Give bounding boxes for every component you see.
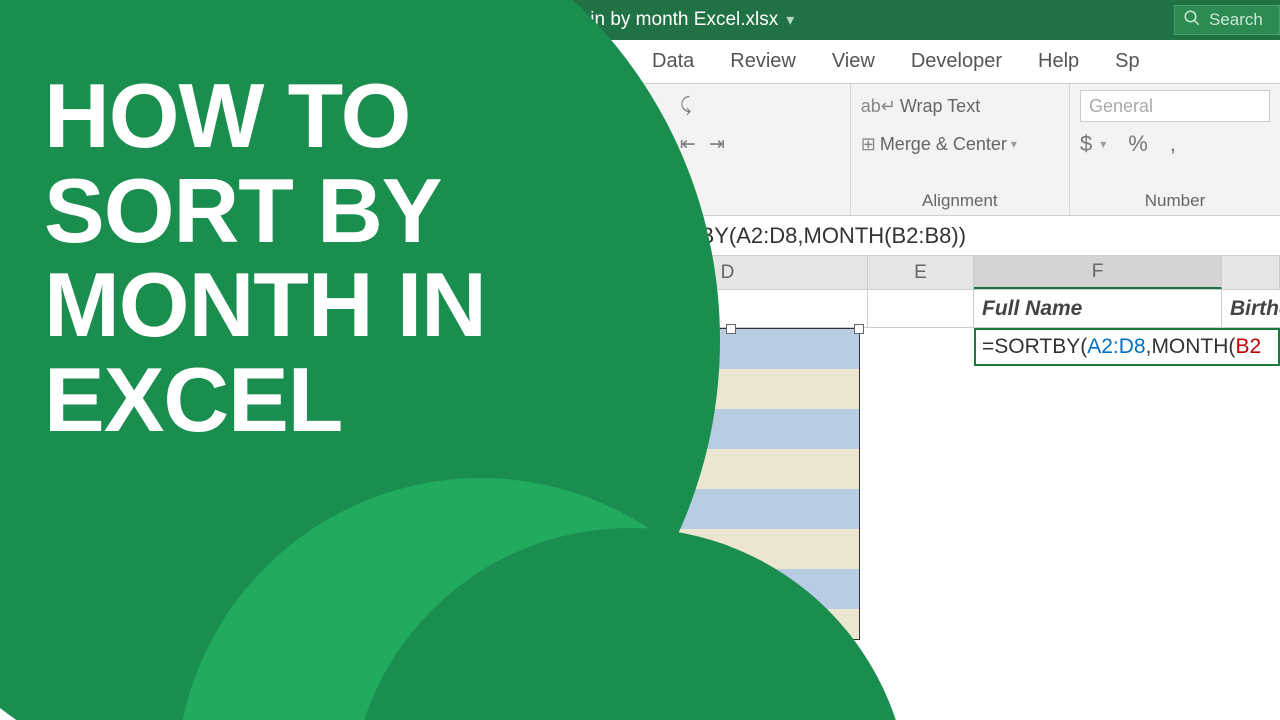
heading-line1: HOW TO <box>44 66 410 167</box>
heading-line2: SORT BY <box>44 161 441 262</box>
heading-line4: EXCEL <box>44 350 342 451</box>
overlay-heading: HOW TO SORT BY MONTH IN EXCEL <box>44 70 486 449</box>
heading-line3: MONTH IN <box>44 255 486 356</box>
thumbnail-overlay: HOW TO SORT BY MONTH IN EXCEL <box>0 0 1280 720</box>
